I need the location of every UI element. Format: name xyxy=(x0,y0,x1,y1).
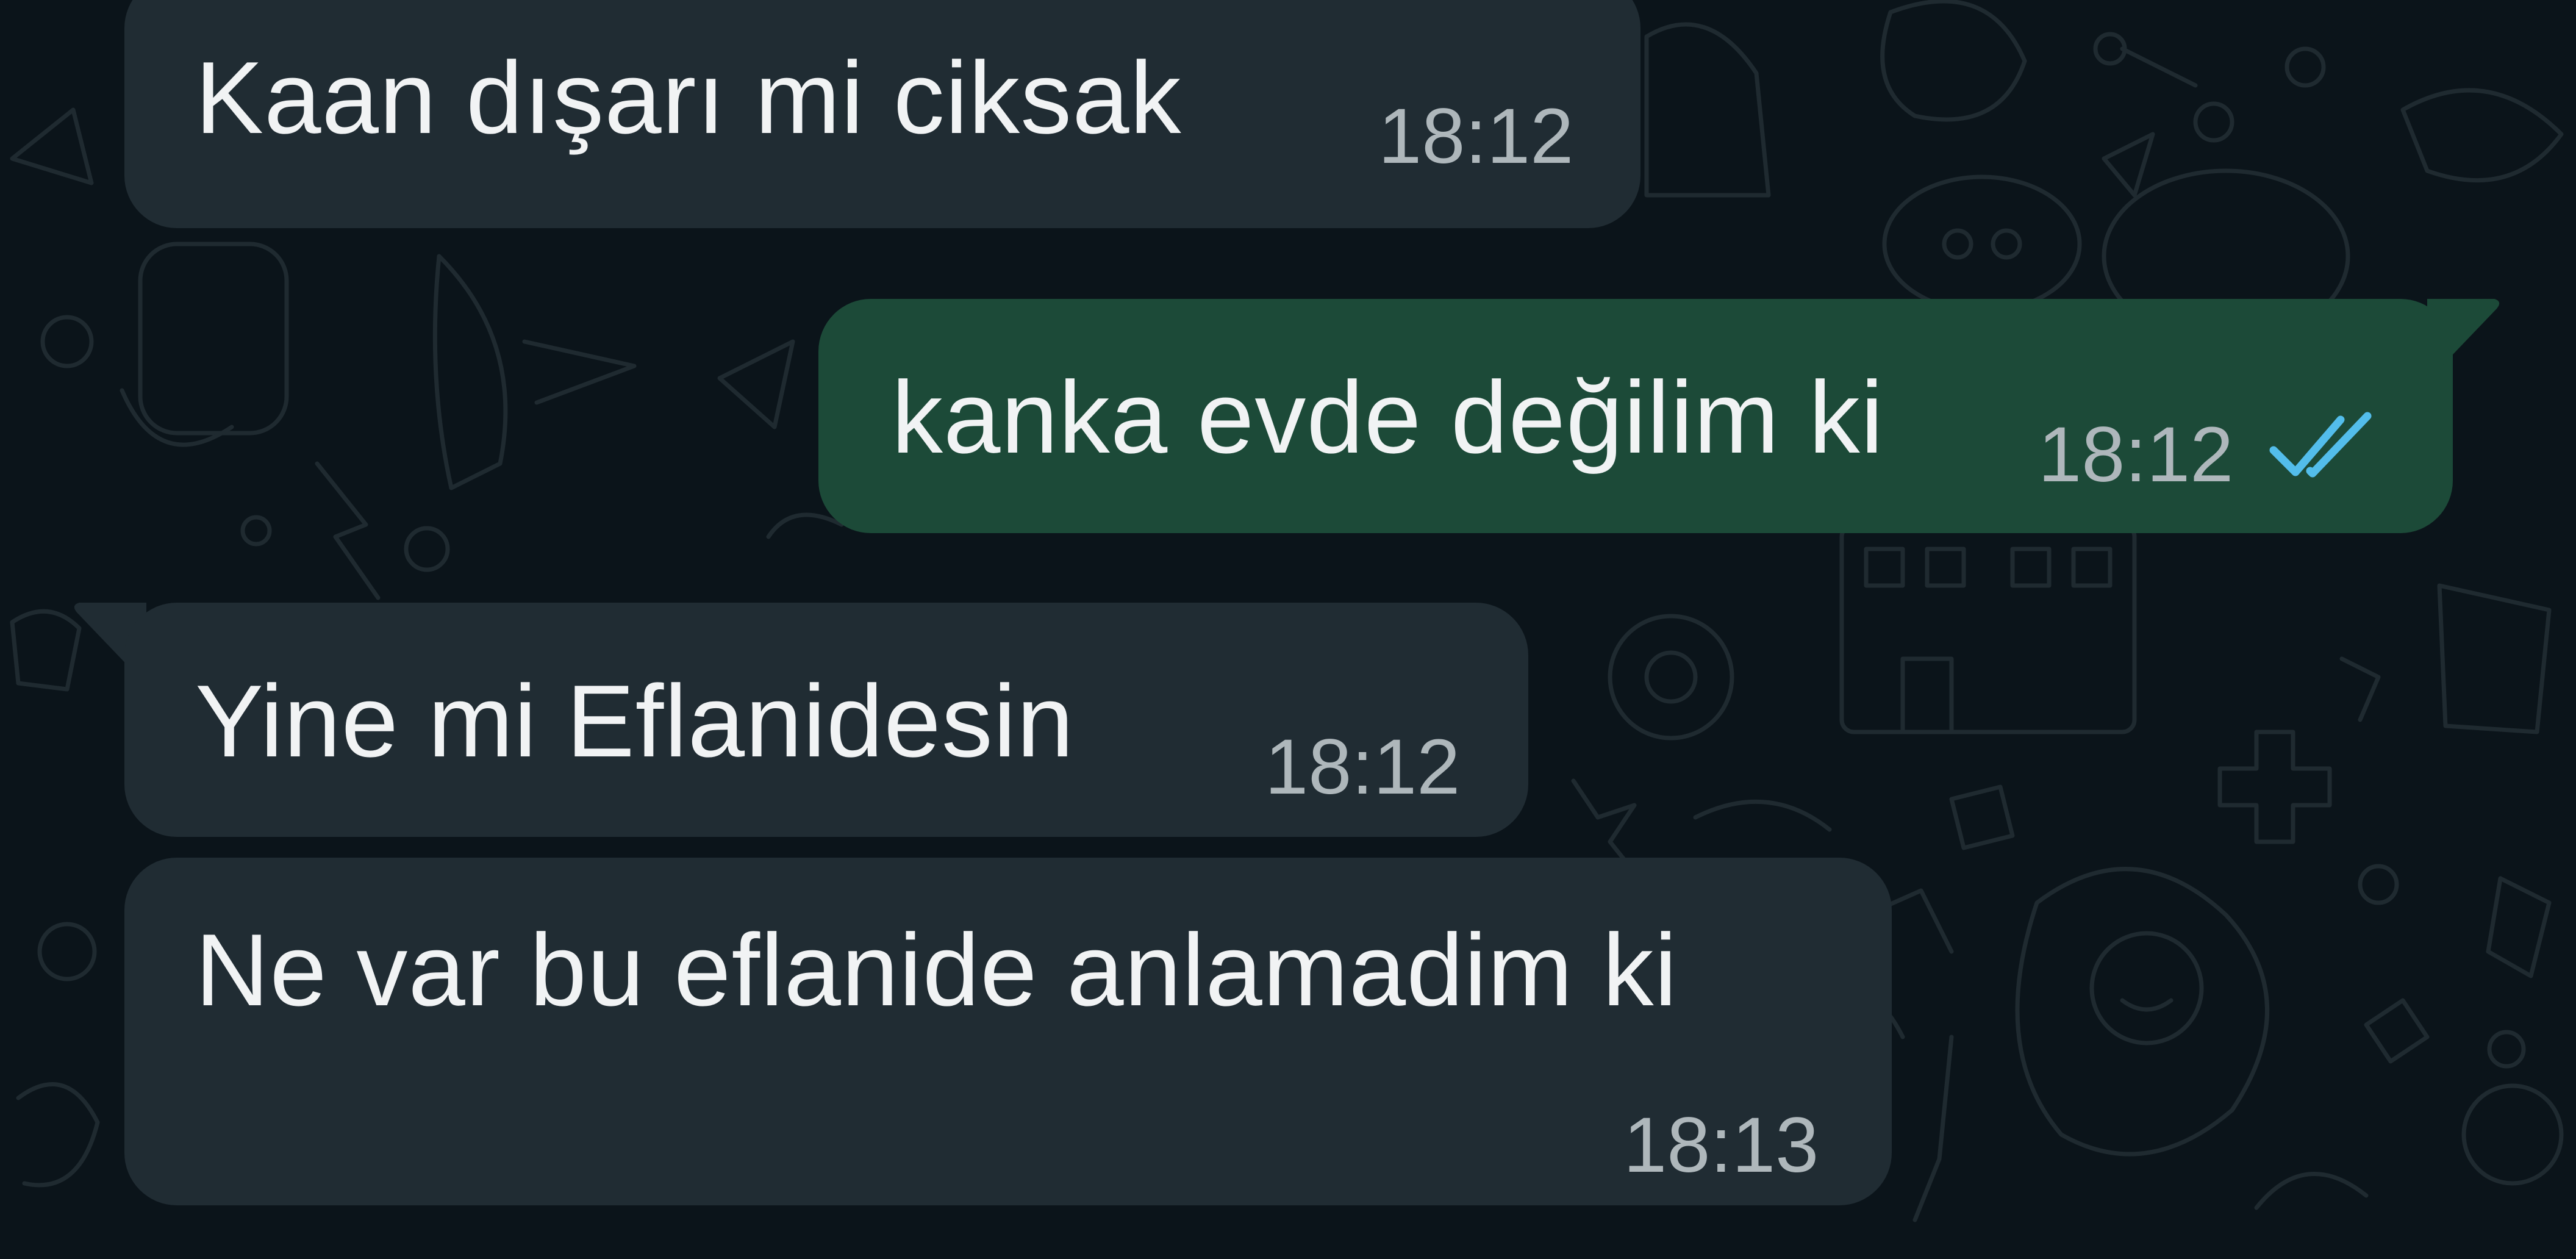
outgoing-message-bubble[interactable]: kanka evde değilim ki 18:12 xyxy=(818,299,2453,533)
message-timestamp: 18:12 xyxy=(1265,723,1461,811)
double-check-icon xyxy=(2269,412,2372,478)
message-timestamp: 18:13 xyxy=(1623,1102,1819,1189)
incoming-message-bubble[interactable]: Kaan dışarı mi ciksak 18:12 xyxy=(124,0,1640,228)
message-text: Ne var bu eflanide anlamadim ki xyxy=(195,913,1678,1027)
outgoing-bubble-tail xyxy=(2427,299,2500,366)
message-text: Kaan dışarı mi ciksak xyxy=(195,40,1182,155)
message-text: kanka evde değilim ki xyxy=(892,360,1884,475)
message-text: Yine mi Eflanidesin xyxy=(195,664,1075,778)
incoming-message-bubble[interactable]: Yine mi Eflanidesin 18:12 xyxy=(124,603,1528,837)
message-timestamp: 18:12 xyxy=(2038,411,2234,498)
message-timestamp: 18:12 xyxy=(1378,93,1574,180)
chat-conversation: Kaan dışarı mi ciksak 18:12 kanka evde d… xyxy=(0,0,2576,1259)
incoming-message-bubble[interactable]: Ne var bu eflanide anlamadim ki 18:13 xyxy=(124,858,1892,1205)
